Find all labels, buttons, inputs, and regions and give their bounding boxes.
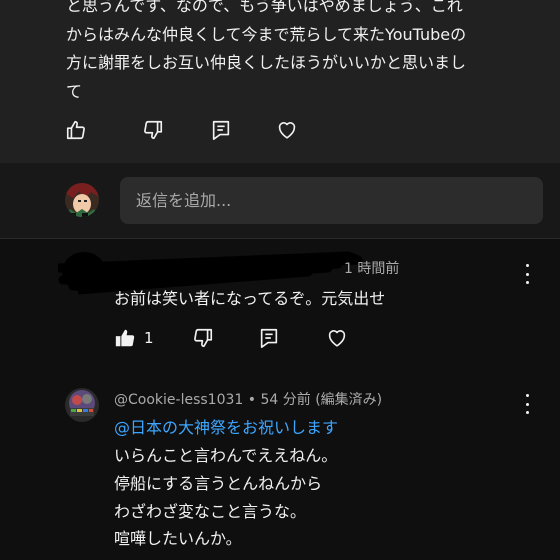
like-count: 1 (144, 329, 154, 347)
thumbs-down-icon[interactable] (192, 327, 214, 349)
top-comment-line: 方に謝罪をしお互い仲良くしたほうがいいかと思いまし (66, 53, 467, 72)
heart-icon[interactable] (276, 119, 298, 141)
top-comment-actions (65, 119, 298, 141)
thumbs-down-icon[interactable] (142, 119, 164, 141)
top-comment-line: からはみんな仲良くして今まで荒らして来たYouTubeの (66, 24, 467, 44)
avatar (65, 183, 99, 217)
edited-label: (編集済み) (315, 392, 383, 408)
comment-line: 停船にする言うとんねんから (114, 474, 323, 493)
comment-line: いらんこと言わんでええねん。 (114, 446, 338, 465)
heart-icon[interactable] (326, 327, 348, 349)
comment-time: 1 時間前 (344, 261, 400, 277)
more-options-icon[interactable] (524, 394, 530, 414)
comment-line: わざわざ変なこと言うな。 (114, 502, 307, 521)
top-comment-card: と思うんです、なので、もう争いはやめましょう、これ からはみんな仲良くして今まで… (0, 0, 560, 163)
top-comment-line: て (66, 81, 83, 101)
comment-meta: @Cookie-less1031 • 54 分前 (編集済み) (114, 389, 382, 409)
meta-separator: • (247, 392, 257, 408)
comment-text: お前は笑い者になってるぞ。元気出せ (114, 289, 386, 308)
avatar (65, 388, 99, 422)
comment-line: 喧嘩したいんか。 (114, 529, 242, 548)
comment-actions: 1 (114, 327, 348, 349)
more-options-icon[interactable] (524, 264, 530, 284)
reply-input[interactable]: 返信を追加... (120, 177, 543, 224)
top-comment-text: と思うんです、なので、もう争いはやめましょう、これ からはみんな仲良くして今まで… (66, 0, 536, 106)
comment-author[interactable]: @Cookie-less1031 (114, 392, 243, 408)
reply-icon[interactable] (258, 327, 280, 349)
mention-link[interactable]: @日本の大神祭をお祝いします (114, 414, 338, 438)
comment-time: 54 分前 (260, 392, 311, 408)
top-comment-line: と思うんです、なので、もう争いはやめましょう、これ (66, 0, 463, 15)
thumbs-up-filled-icon[interactable] (114, 327, 136, 349)
thumbs-up-icon[interactable] (65, 119, 87, 141)
reply-icon[interactable] (210, 119, 232, 141)
